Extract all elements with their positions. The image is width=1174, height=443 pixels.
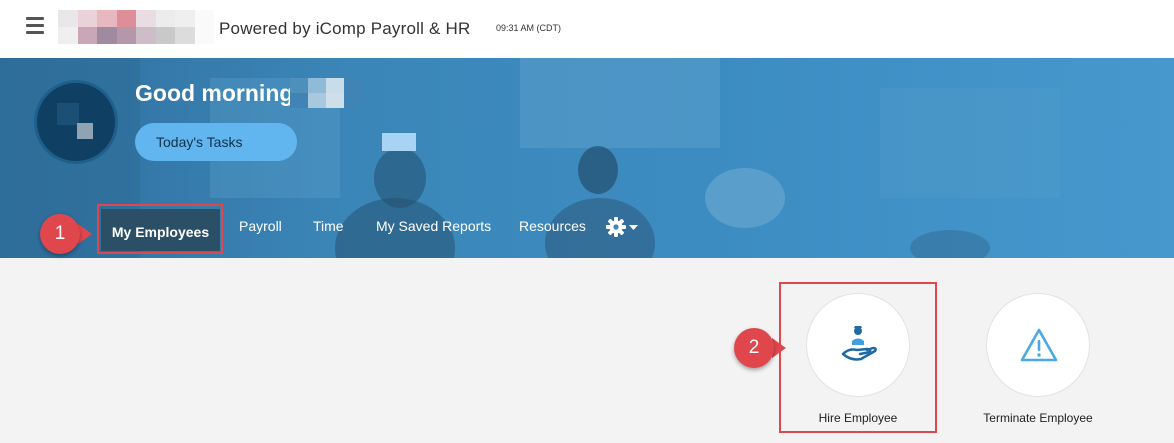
- company-logo: [58, 10, 214, 44]
- gear-icon[interactable]: [606, 216, 640, 243]
- todays-tasks-button[interactable]: Today's Tasks: [135, 123, 416, 161]
- step-badge-1: 1: [40, 214, 80, 254]
- user-name-redacted: [290, 78, 362, 108]
- powered-by-text: Powered by iComp Payroll & HR: [219, 19, 471, 38]
- chevron-down-icon: [629, 225, 638, 230]
- terminate-employee-action[interactable]: Terminate Employee: [983, 293, 1093, 425]
- nav-my-saved-reports[interactable]: My Saved Reports: [376, 218, 491, 234]
- main-nav: My Employees Payroll Time My Saved Repor…: [0, 204, 1174, 256]
- top-bar: Powered by iComp Payroll & HR 09:31 AM (…: [0, 0, 1174, 58]
- callout-pointer: [772, 338, 786, 358]
- todays-tasks-label: Today's Tasks: [156, 134, 243, 150]
- terminate-employee-label: Terminate Employee: [983, 411, 1093, 425]
- callout-pointer: [78, 224, 92, 244]
- nav-time[interactable]: Time: [313, 218, 344, 234]
- nav-resources[interactable]: Resources: [519, 218, 586, 234]
- hire-hand-icon: [841, 326, 877, 361]
- hire-employee-circle[interactable]: [806, 293, 910, 397]
- terminate-employee-circle[interactable]: [986, 293, 1090, 397]
- greeting-text: Good morning,: [135, 80, 300, 106]
- tasks-count-redacted: [382, 133, 416, 151]
- nav-my-employees[interactable]: My Employees: [101, 209, 220, 251]
- user-avatar[interactable]: [34, 80, 118, 164]
- warning-triangle-icon: [1020, 328, 1058, 362]
- welcome-banner: Good morning, Today's Tasks My Employees…: [0, 58, 1174, 258]
- hamburger-icon[interactable]: [26, 17, 44, 37]
- hire-employee-action[interactable]: Hire Employee: [803, 293, 913, 425]
- current-time: 09:31 AM (CDT): [496, 23, 562, 33]
- step-badge-2: 2: [734, 328, 774, 368]
- nav-payroll[interactable]: Payroll: [239, 218, 282, 234]
- hire-employee-label: Hire Employee: [818, 411, 898, 425]
